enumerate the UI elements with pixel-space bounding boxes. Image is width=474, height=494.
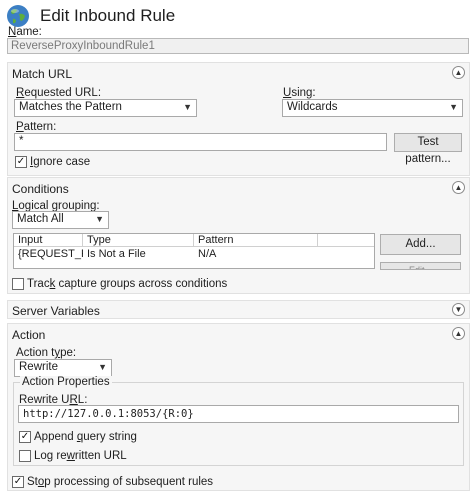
collapse-up-icon[interactable]: ▲: [452, 66, 465, 79]
chevron-down-icon: ▼: [95, 214, 104, 224]
stop-processing-label: Stop processing of subsequent rules: [27, 476, 214, 488]
action-title: Action: [12, 328, 46, 342]
match-url-title: Match URL: [12, 67, 73, 81]
cell-input: {REQUEST_FILE...: [18, 248, 83, 260]
log-rewritten-checkbox[interactable]: [19, 450, 31, 462]
column-header-type[interactable]: Type: [83, 234, 194, 247]
match-url-section: Match URL ▲ Requested URL: Matches the P…: [7, 62, 470, 176]
conditions-table: Input Type Pattern {REQUEST_FILE... Is N…: [13, 233, 375, 269]
ignore-case-checkbox[interactable]: ✓: [15, 156, 27, 168]
action-properties-title: Action Properties: [20, 376, 112, 388]
requested-url-select[interactable]: Matches the Pattern ▼: [14, 99, 197, 117]
pattern-label: Pattern:: [16, 121, 57, 133]
collapse-up-icon[interactable]: ▲: [452, 327, 465, 340]
column-header-input[interactable]: Input: [14, 234, 83, 247]
chevron-down-icon: ▼: [183, 102, 192, 112]
action-properties-group: Action Properties Rewrite URL: http://12…: [13, 376, 464, 466]
action-type-select[interactable]: Rewrite ▼: [14, 359, 112, 377]
column-header-spacer: [318, 234, 374, 247]
using-label: Using:: [283, 87, 316, 99]
cell-pattern: N/A: [198, 248, 217, 260]
collapse-up-icon[interactable]: ▲: [452, 181, 465, 194]
ignore-case-label: Ignore case: [30, 156, 91, 168]
expand-down-icon[interactable]: ▼: [452, 303, 465, 316]
name-field[interactable]: ReverseProxyInboundRule1: [7, 38, 469, 54]
column-header-pattern[interactable]: Pattern: [194, 234, 318, 247]
requested-url-label: Requested URL:: [16, 87, 102, 99]
action-type-label: Action type:: [16, 347, 77, 359]
conditions-header[interactable]: Conditions ▲: [8, 178, 469, 198]
rewrite-url-input[interactable]: http://127.0.0.1:8053/{R:0}: [18, 405, 459, 423]
edit-condition-button[interactable]: Edit...: [380, 262, 461, 270]
track-capture-checkbox[interactable]: [12, 278, 24, 290]
cell-type: Is Not a File: [87, 248, 146, 260]
page-title: Edit Inbound Rule: [40, 6, 176, 25]
track-capture-label: Track capture groups across conditions: [27, 278, 228, 290]
globe-icon: [6, 4, 30, 28]
match-url-header[interactable]: Match URL ▲: [8, 63, 469, 83]
server-variables-title: Server Variables: [12, 304, 100, 318]
chevron-down-icon: ▼: [449, 102, 458, 112]
log-rewritten-label: Log rewritten URL: [34, 450, 127, 462]
chevron-down-icon: ▼: [98, 362, 107, 372]
append-query-checkbox[interactable]: ✓: [19, 431, 31, 443]
pattern-input[interactable]: *: [14, 133, 387, 151]
stop-processing-checkbox[interactable]: ✓: [12, 476, 24, 488]
server-variables-section[interactable]: Server Variables ▼: [7, 300, 470, 319]
test-pattern-button[interactable]: Test pattern...: [394, 133, 462, 165]
logical-grouping-select[interactable]: Match All ▼: [12, 211, 109, 229]
using-select[interactable]: Wildcards ▼: [282, 99, 463, 117]
name-label: Name:: [8, 26, 42, 38]
add-condition-button[interactable]: Add...: [380, 234, 461, 255]
append-query-label: Append query string: [34, 431, 137, 443]
action-header[interactable]: Action ▲: [8, 324, 469, 344]
conditions-title: Conditions: [12, 182, 69, 196]
